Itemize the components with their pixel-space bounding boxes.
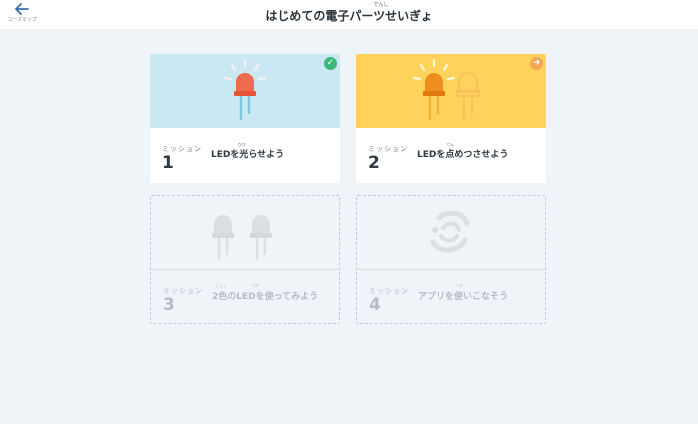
mission-2-info: ミッション 2 てん LEDを点めつさせよう (356, 128, 546, 183)
app-swirl-icon (430, 210, 470, 252)
mission-title: LEDを光らせよう (211, 150, 285, 160)
page-title: はじめての電子パーツせいぎょ (265, 9, 433, 23)
mission-card-1[interactable]: ✓ ミッション 1 ひか LEDを光らせよう (150, 54, 340, 183)
mission-3-banner (151, 196, 339, 270)
mission-2-banner (356, 54, 546, 128)
mission-4-info: ミッション 4 つか アプリを使いこなそう (357, 270, 545, 323)
blinking-led-icon (412, 58, 480, 120)
top-bar: コースマップ でんし はじめての電子パーツせいぎょ (0, 0, 698, 29)
mission-title: アプリを使いこなそう (418, 292, 509, 302)
check-circle-icon: ✓ (324, 57, 337, 70)
mission-card-4: ミッション 4 つか アプリを使いこなそう (356, 195, 546, 324)
mission-3-info: ミッション 3 しょく つか 2色のLEDを使ってみよう (151, 270, 339, 323)
mission-title: LEDを点めつさせよう (417, 150, 509, 160)
mission-number: 3 (163, 295, 175, 315)
mission-number: 4 (369, 295, 381, 315)
two-led-icon (212, 214, 272, 260)
mission-number: 2 (368, 153, 380, 173)
mission-number: 1 (162, 153, 174, 173)
page-title-group: でんし はじめての電子パーツせいぎょ (0, 2, 698, 24)
red-led-icon (223, 58, 267, 120)
mission-card-2[interactable]: ➜ ミッション 2 てん LEDを点めつさせよう (356, 54, 546, 183)
mission-card-3: ミッション 3 しょく つか 2色のLEDを使ってみよう (150, 195, 340, 324)
mission-title: 2色のLEDを使ってみよう (212, 292, 319, 302)
arrow-right-circle-icon: ➜ (530, 57, 543, 70)
mission-1-banner (150, 54, 340, 128)
mission-1-info: ミッション 1 ひか LEDを光らせよう (150, 128, 340, 183)
title-ruby: でんし (373, 2, 389, 8)
mission-4-banner (357, 196, 545, 270)
